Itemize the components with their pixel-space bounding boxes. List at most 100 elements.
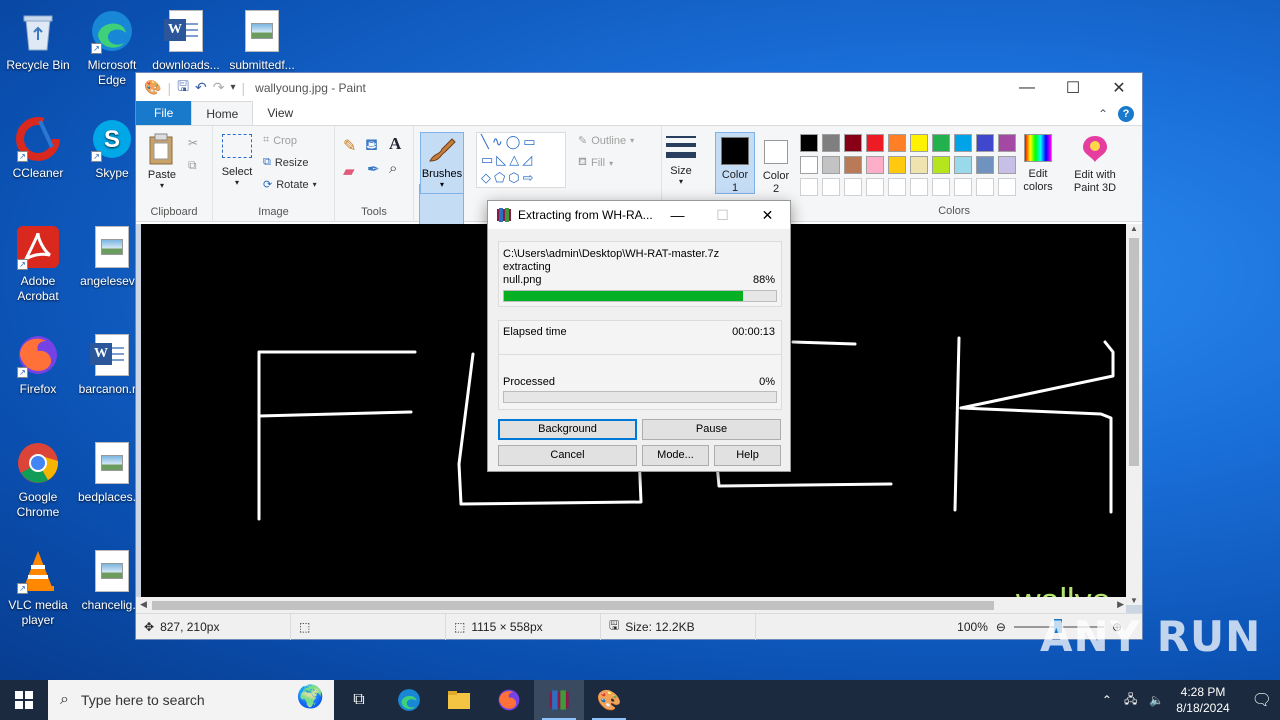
palette-swatch[interactable]: [954, 134, 972, 152]
palette-swatch[interactable]: [844, 134, 862, 152]
edit-colors-button[interactable]: Edit colors: [1021, 134, 1055, 194]
taskbar-edge[interactable]: [384, 680, 434, 720]
crop-button[interactable]: ⌗ Crop: [263, 134, 297, 147]
paste-button[interactable]: Paste ▾: [144, 132, 180, 190]
palette-swatch[interactable]: [998, 134, 1016, 152]
recycle-bin-shortcut[interactable]: Recycle Bin: [0, 8, 76, 73]
notifications-icon[interactable]: 🗨: [1252, 690, 1272, 710]
close-button[interactable]: ✕: [1096, 73, 1142, 102]
palette-swatch-empty[interactable]: [888, 178, 906, 196]
minimize-button[interactable]: —: [1004, 73, 1050, 102]
palette-swatch[interactable]: [932, 156, 950, 174]
taskbar-paint[interactable]: 🎨: [584, 680, 634, 720]
outline-dropdown[interactable]: ✎ Outline ▾: [578, 134, 634, 148]
magnifier-icon[interactable]: ⌕: [389, 160, 397, 177]
palette-swatch-empty[interactable]: [998, 178, 1016, 196]
text-icon[interactable]: A: [389, 134, 401, 154]
clock[interactable]: 4:28 PM 8/18/2024: [1176, 684, 1229, 716]
show-hidden-icons[interactable]: ⌃: [1102, 693, 1112, 707]
hscroll-thumb[interactable]: [152, 601, 994, 610]
palette-swatch-empty[interactable]: [976, 178, 994, 196]
palette-swatch-empty[interactable]: [932, 178, 950, 196]
size-button[interactable]: Size ▾: [662, 132, 700, 186]
palette-swatch[interactable]: [800, 156, 818, 174]
palette-swatch[interactable]: [822, 156, 840, 174]
background-button[interactable]: Background: [498, 419, 637, 440]
palette-swatch[interactable]: [976, 156, 994, 174]
task-view-button[interactable]: ⧉: [334, 680, 384, 720]
vlc-icon: ↗: [15, 548, 61, 594]
shapes-gallery[interactable]: ╲∿◯▭ ▭◺△◿ ◇⬠⬡⇨: [476, 132, 566, 188]
help-icon[interactable]: ?: [1118, 106, 1134, 122]
processed-label: Processed: [503, 376, 555, 388]
cut-icon[interactable]: ✂: [188, 136, 198, 150]
select-button[interactable]: Select ▾: [219, 134, 255, 187]
color2-button[interactable]: Color 2: [758, 136, 794, 196]
palette-swatch[interactable]: [866, 156, 884, 174]
eraser-icon[interactable]: ▰: [343, 162, 355, 180]
chrome-shortcut[interactable]: Google Chrome: [0, 440, 76, 520]
palette-swatch[interactable]: [866, 134, 884, 152]
palette-swatch-empty[interactable]: [954, 178, 972, 196]
submitted-image-shortcut[interactable]: submittedf...: [224, 8, 300, 73]
collapse-ribbon-icon[interactable]: ⌃: [1098, 107, 1108, 121]
palette-swatch[interactable]: [844, 156, 862, 174]
dialog-close-button[interactable]: ✕: [745, 201, 790, 229]
edit-paint3d-button[interactable]: Edit with Paint 3D: [1066, 134, 1124, 195]
winrar-extract-dialog: Extracting from WH-RA... — ☐ ✕ C:\Users\…: [487, 200, 791, 472]
palette-swatch[interactable]: [888, 156, 906, 174]
palette-swatch-empty[interactable]: [866, 178, 884, 196]
ccleaner-shortcut[interactable]: ↗ CCleaner: [0, 116, 76, 181]
horizontal-scrollbar[interactable]: ◀ ▶: [136, 597, 1126, 613]
undo-icon[interactable]: ↶: [195, 79, 207, 96]
taskbar-firefox[interactable]: [484, 680, 534, 720]
pencil-icon[interactable]: ✎: [343, 136, 356, 156]
color1-button[interactable]: Color 1: [715, 132, 755, 194]
palette-swatch[interactable]: [910, 156, 928, 174]
copy-icon[interactable]: ⧉: [188, 158, 197, 173]
taskbar-search-box[interactable]: ⌕ Type here to search 🌍: [48, 680, 334, 720]
network-status-icon[interactable]: 🖧: [1124, 690, 1137, 711]
tab-home[interactable]: Home: [191, 101, 254, 125]
palette-swatch[interactable]: [932, 134, 950, 152]
volume-icon[interactable]: 🔈: [1149, 693, 1164, 707]
palette-swatch[interactable]: [998, 156, 1016, 174]
vscroll-thumb[interactable]: [1129, 238, 1139, 466]
taskbar-file-explorer[interactable]: [434, 680, 484, 720]
save-icon[interactable]: 🖫: [177, 76, 189, 100]
palette-swatch-empty[interactable]: [822, 178, 840, 196]
palette-swatch[interactable]: [800, 134, 818, 152]
palette-swatch[interactable]: [954, 156, 972, 174]
fill-icon[interactable]: ⛾: [365, 136, 378, 156]
brushes-toggle[interactable]: Brushes ▾: [420, 132, 464, 194]
color-picker-icon[interactable]: ✒: [367, 160, 380, 178]
dialog-minimize-button[interactable]: —: [655, 201, 700, 229]
start-button[interactable]: [0, 680, 48, 720]
pause-button[interactable]: Pause: [642, 419, 781, 440]
cancel-button[interactable]: Cancel: [498, 445, 637, 466]
tab-view[interactable]: View: [253, 101, 307, 125]
taskbar-winrar[interactable]: [534, 680, 584, 720]
vlc-shortcut[interactable]: ↗ VLC media player: [0, 548, 76, 628]
mode-button[interactable]: Mode...: [642, 445, 709, 466]
palette-swatch[interactable]: [910, 134, 928, 152]
zoom-out-icon[interactable]: ⊖: [996, 620, 1006, 634]
tab-file[interactable]: File: [136, 101, 192, 125]
palette-swatch[interactable]: [822, 134, 840, 152]
palette-swatch-empty[interactable]: [910, 178, 928, 196]
redo-icon[interactable]: ↷: [213, 79, 225, 96]
palette-swatch-empty[interactable]: [800, 178, 818, 196]
firefox-shortcut[interactable]: ↗ Firefox: [0, 332, 76, 397]
customize-qat-icon[interactable]: ▾: [230, 82, 235, 93]
maximize-button[interactable]: ☐: [1050, 73, 1096, 102]
vertical-scrollbar[interactable]: ▲ ▼: [1126, 224, 1142, 605]
help-button[interactable]: Help: [714, 445, 781, 466]
acrobat-shortcut[interactable]: ↗ Adobe Acrobat: [0, 224, 76, 304]
fill-dropdown[interactable]: ⛾ Fill ▾: [578, 156, 613, 170]
palette-swatch-empty[interactable]: [844, 178, 862, 196]
resize-button[interactable]: ⧉ Resize: [263, 156, 308, 169]
rotate-button[interactable]: ⟳ Rotate ▾: [263, 178, 317, 192]
palette-swatch[interactable]: [888, 134, 906, 152]
palette-swatch[interactable]: [976, 134, 994, 152]
downloads-doc-shortcut[interactable]: W downloads...: [148, 8, 224, 73]
